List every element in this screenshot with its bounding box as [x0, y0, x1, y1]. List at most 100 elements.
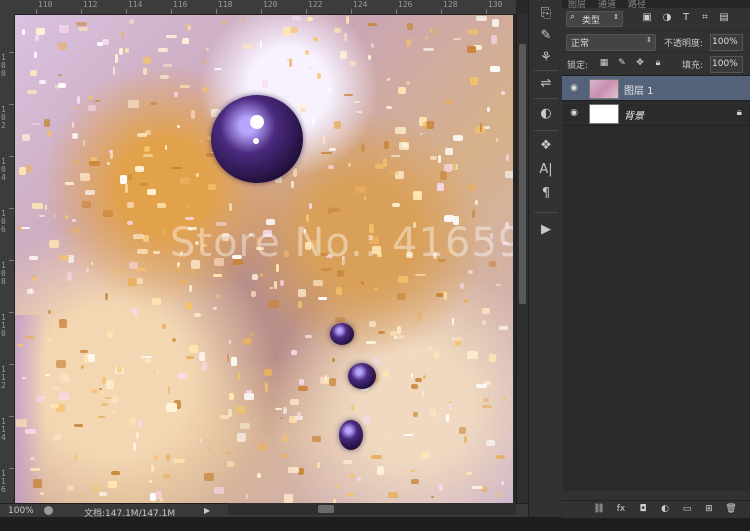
layer-name[interactable]: 背景 [624, 107, 644, 122]
glitter-speck [58, 41, 68, 50]
glitter-speck [316, 72, 321, 79]
glitter-speck [119, 175, 128, 184]
glitter-speck [474, 199, 479, 206]
trash-icon[interactable]: 🗑︎ [724, 503, 738, 515]
glitter-speck [365, 341, 377, 344]
glitter-speck [164, 144, 167, 151]
layer-row-background[interactable]: ◉ 背景 🔒︎ [562, 101, 750, 126]
glitter-speck [439, 483, 444, 492]
paragraph-icon[interactable]: ¶ [536, 184, 556, 204]
glitter-speck [110, 396, 119, 404]
status-menu-arrow-icon[interactable]: ▶ [204, 506, 210, 515]
clone-source-icon[interactable]: ⚘ [536, 48, 556, 68]
brush-preset-icon[interactable]: ✎ [536, 26, 556, 46]
layer-thumbnail [589, 104, 619, 124]
adjustment-layer-icon[interactable]: ◐ [658, 503, 672, 515]
glitter-speck [230, 357, 238, 367]
glitter-speck [505, 170, 513, 178]
fill-field[interactable]: 100% [710, 56, 743, 73]
pixel-filter-icon[interactable]: ▣ [640, 11, 654, 25]
glitter-speck [73, 424, 84, 427]
vertical-ruler[interactable]: 100102104106108110112114116118 [0, 14, 15, 503]
eye-icon[interactable]: ◉ [569, 83, 579, 93]
small-purple-droplet [330, 323, 354, 345]
glitter-speck [162, 64, 173, 67]
glitter-speck [482, 405, 492, 408]
ruler-tick-label: 122 [308, 0, 323, 9]
link-layers-icon[interactable]: ⛓ [592, 503, 606, 515]
character-icon[interactable]: A| [536, 160, 556, 180]
filter-kind-label: 类型 [582, 16, 601, 26]
layer-style-icon[interactable]: fx [614, 503, 628, 515]
play-icon[interactable]: ▶ [536, 220, 556, 240]
glitter-speck [265, 384, 269, 393]
type-filter-icon[interactable]: T [679, 11, 693, 25]
glitter-speck [82, 200, 92, 208]
glitter-speck [415, 378, 423, 383]
adjustment-filter-icon[interactable]: ◑ [660, 11, 674, 25]
lock-icon[interactable]: 🔒︎ [737, 107, 742, 118]
opacity-field[interactable]: 100% [710, 34, 743, 51]
tab-layers[interactable]: 图层 [568, 0, 586, 8]
glitter-speck [203, 472, 214, 482]
glitter-speck [112, 393, 117, 397]
horizontal-scrollbar[interactable] [228, 503, 516, 515]
glitter-speck [113, 270, 122, 274]
horizontal-ruler[interactable]: 110 112 114 116 118 120 122 124 126 128 130 [0, 0, 516, 15]
zoom-level[interactable]: 100% [8, 506, 34, 516]
glitter-speck [135, 432, 140, 439]
glitter-speck [26, 288, 34, 295]
new-group-icon[interactable]: ▭ [680, 503, 694, 515]
ruler-tick-label: 126 [398, 0, 413, 9]
bottom-edge [0, 517, 750, 531]
lock-position-icon[interactable]: ✥ [634, 57, 646, 69]
adjustments-icon[interactable]: ⇌ [536, 74, 556, 94]
glitter-speck [334, 484, 339, 490]
shape-filter-icon[interactable]: ⌗ [698, 11, 712, 25]
glitter-speck [66, 271, 73, 281]
glitter-speck [411, 470, 415, 473]
glitter-speck [351, 405, 354, 412]
history-icon[interactable]: ⎘ [536, 4, 556, 24]
styles-icon[interactable]: ◐ [536, 104, 556, 124]
glitter-speck [333, 121, 342, 129]
status-info-icon[interactable] [44, 506, 53, 515]
add-mask-icon[interactable]: ◘ [636, 503, 650, 515]
filter-kind-select[interactable]: ⌕ 类型 ⇕ [566, 11, 623, 27]
new-layer-icon[interactable]: ⊞ [702, 503, 716, 515]
document-canvas[interactable]: Store No.: 416595 [15, 15, 513, 503]
dock-divider [534, 70, 558, 71]
3d-icon[interactable]: ❖ [536, 136, 556, 156]
glitter-speck [480, 123, 483, 132]
lock-paint-icon[interactable]: ✎ [616, 57, 628, 69]
ruler-tick [9, 416, 14, 417]
glitter-speck [90, 389, 98, 394]
glitter-speck [79, 349, 88, 353]
horizontal-scroll-thumb[interactable] [318, 505, 334, 513]
lock-transparency-icon[interactable]: ▦ [598, 57, 610, 69]
glitter-speck [495, 283, 502, 287]
glitter-speck [378, 331, 385, 335]
smart-object-filter-icon[interactable]: ▤ [717, 11, 731, 25]
layer-row-layer1[interactable]: ◉ 图层 1 [562, 76, 750, 101]
glitter-speck [67, 484, 74, 492]
glitter-speck [107, 331, 113, 338]
lock-all-icon[interactable]: 🔒︎ [652, 57, 664, 69]
glitter-speck [32, 277, 36, 281]
ruler-tick [9, 104, 14, 105]
tab-channels[interactable]: 通道 [598, 0, 616, 8]
blend-mode-select[interactable]: 正常 ⇕ [566, 34, 656, 51]
glitter-speck [328, 165, 334, 169]
glitter-speck [451, 160, 456, 170]
layer-name[interactable]: 图层 1 [624, 82, 654, 97]
glitter-speck [29, 255, 38, 260]
vertical-scroll-thumb[interactable] [519, 44, 526, 304]
glitter-speck [228, 392, 235, 400]
tab-paths[interactable]: 路径 [628, 0, 646, 8]
glitter-speck [86, 268, 89, 273]
glitter-speck [227, 460, 235, 468]
glitter-speck [396, 334, 405, 339]
glitter-speck [483, 126, 491, 129]
eye-icon[interactable]: ◉ [569, 108, 579, 118]
glitter-speck [151, 268, 158, 271]
